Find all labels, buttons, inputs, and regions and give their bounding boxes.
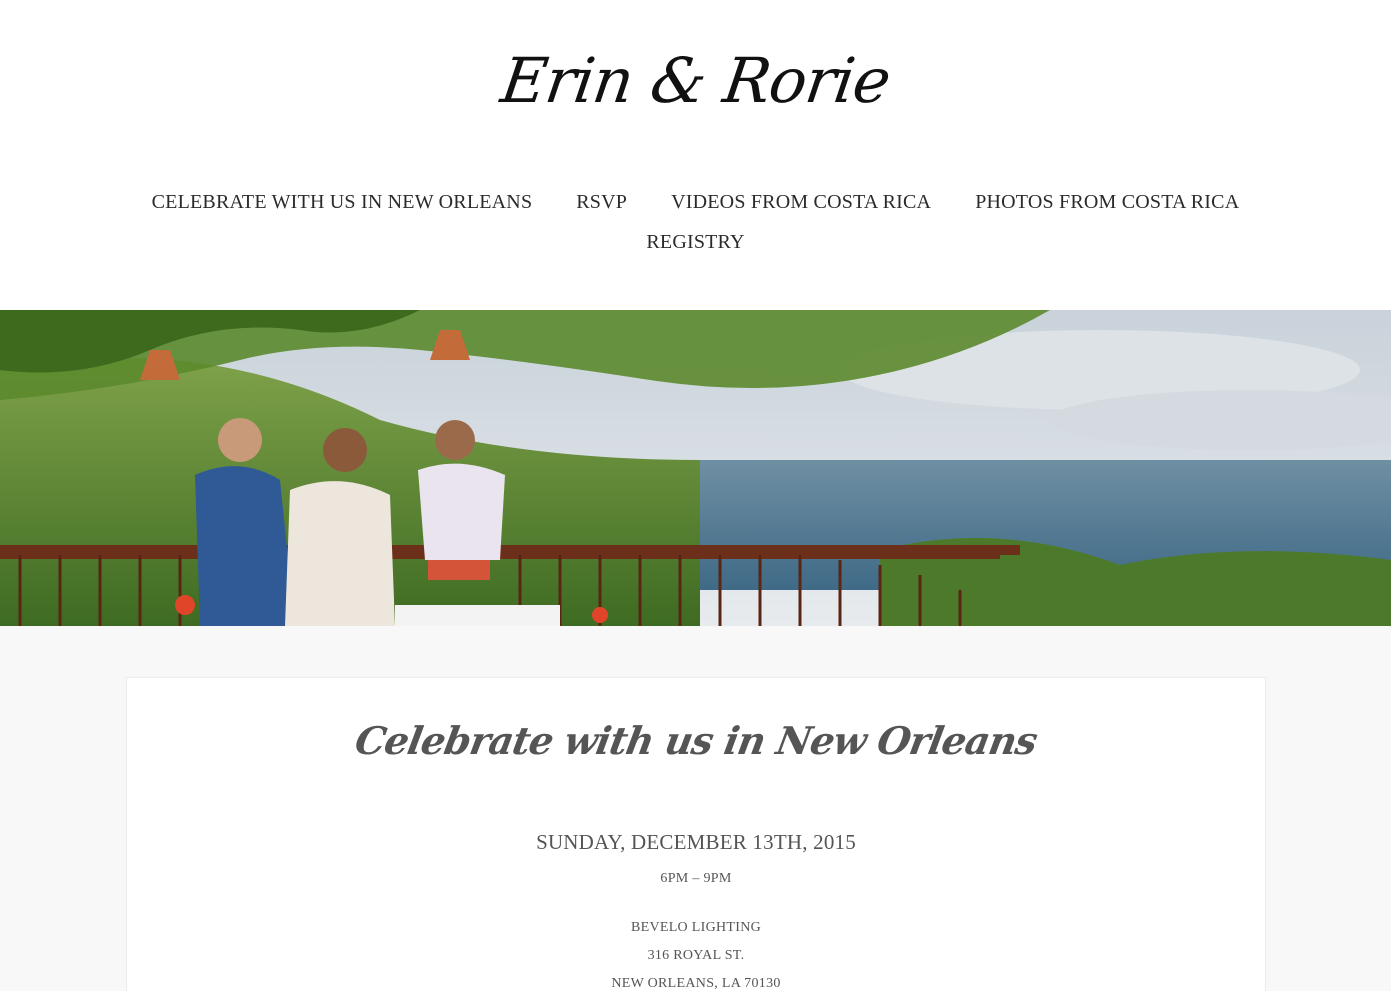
nav-row-2: REGISTRY	[0, 222, 1391, 262]
nav-item-videos[interactable]: VIDEOS FROM COSTA RICA	[671, 191, 931, 214]
page: Erin & Rorie CELEBRATE WITH US IN NEW OR…	[0, 0, 1391, 991]
page-title: Celebrate with us in New Orleans	[351, 718, 1041, 763]
venue-name: BEVELO LIGHTING	[630, 920, 762, 935]
hero-banner-image	[0, 310, 1391, 626]
venue-city: NEW ORLEANS, LA 70130	[611, 976, 781, 991]
site-logo-link[interactable]: Erin & Rorie	[497, 44, 895, 117]
nav-item-registry[interactable]: REGISTRY	[646, 231, 744, 254]
venue-street: 316 ROYAL ST.	[647, 948, 745, 963]
nav-row-1: CELEBRATE WITH US IN NEW ORLEANS RSVP VI…	[0, 182, 1391, 222]
event-date: SUNDAY, DECEMBER 13TH, 2015	[536, 830, 856, 854]
nav-item-celebrate[interactable]: CELEBRATE WITH US IN NEW ORLEANS	[152, 191, 533, 214]
event-time: 6PM – 9PM	[660, 871, 732, 886]
nav-item-rsvp[interactable]: RSVP	[576, 191, 627, 214]
main-navigation: CELEBRATE WITH US IN NEW ORLEANS RSVP VI…	[0, 182, 1391, 262]
hero-photo	[0, 310, 1391, 626]
nav-item-photos[interactable]: PHOTOS FROM COSTA RICA	[975, 191, 1239, 214]
site-logo[interactable]: Erin & Rorie	[0, 36, 1391, 126]
site-header: Erin & Rorie CELEBRATE WITH US IN NEW OR…	[0, 0, 1391, 310]
content-card: Celebrate with us in New Orleans SUNDAY,…	[126, 677, 1266, 991]
